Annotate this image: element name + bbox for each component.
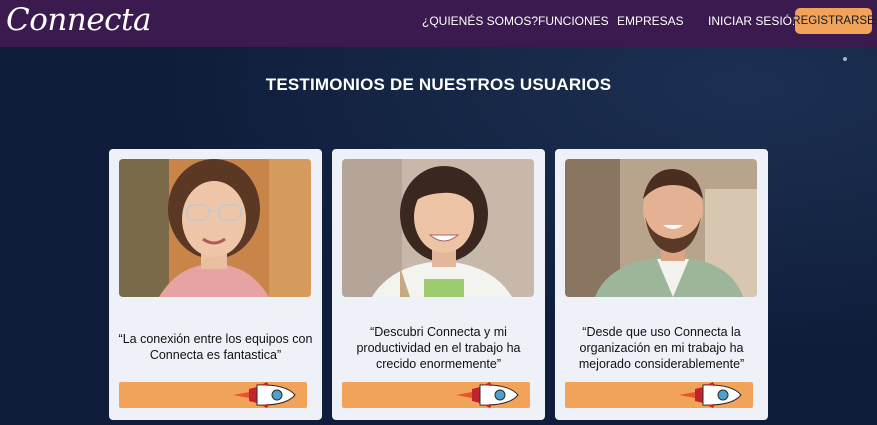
login-link[interactable]: INICIAR SESIÓN <box>708 14 801 28</box>
rocket-icon <box>233 382 296 408</box>
testimonial-card: “Desde que uso Connecta la organización … <box>555 149 768 420</box>
testimonial-quote: “La conexión entre los equipos con Conne… <box>118 332 313 362</box>
user-photo <box>342 159 534 297</box>
testimonial-quote: “Descubri Connecta y mi productividad en… <box>356 325 521 371</box>
rocket-icon <box>456 382 519 408</box>
testimonial-quote: “Desde que uso Connecta la organización … <box>578 325 745 371</box>
testimonial-card: “Descubri Connecta y mi productividad en… <box>332 149 545 420</box>
testimonial-card: “La conexión entre los equipos con Conne… <box>109 149 322 420</box>
nav-link-funciones[interactable]: FUNCIONES <box>538 14 609 28</box>
user-photo <box>119 159 311 297</box>
star-dot <box>843 57 847 61</box>
nav-link-empresas[interactable]: EMPRESAS <box>617 14 684 28</box>
section-title: TESTIMONIOS DE NUESTROS USUARIOS <box>265 75 612 94</box>
rocket-icon <box>679 382 742 408</box>
logo[interactable]: Connecta <box>6 2 151 38</box>
navbar: Connecta ¿QUIENÉS SOMOS? FUNCIONES EMPRE… <box>0 0 877 47</box>
nav-link-quienes-somos[interactable]: ¿QUIENÉS SOMOS? <box>422 14 538 28</box>
user-photo <box>565 159 757 297</box>
register-button[interactable]: REGISTRARSE <box>792 8 875 34</box>
